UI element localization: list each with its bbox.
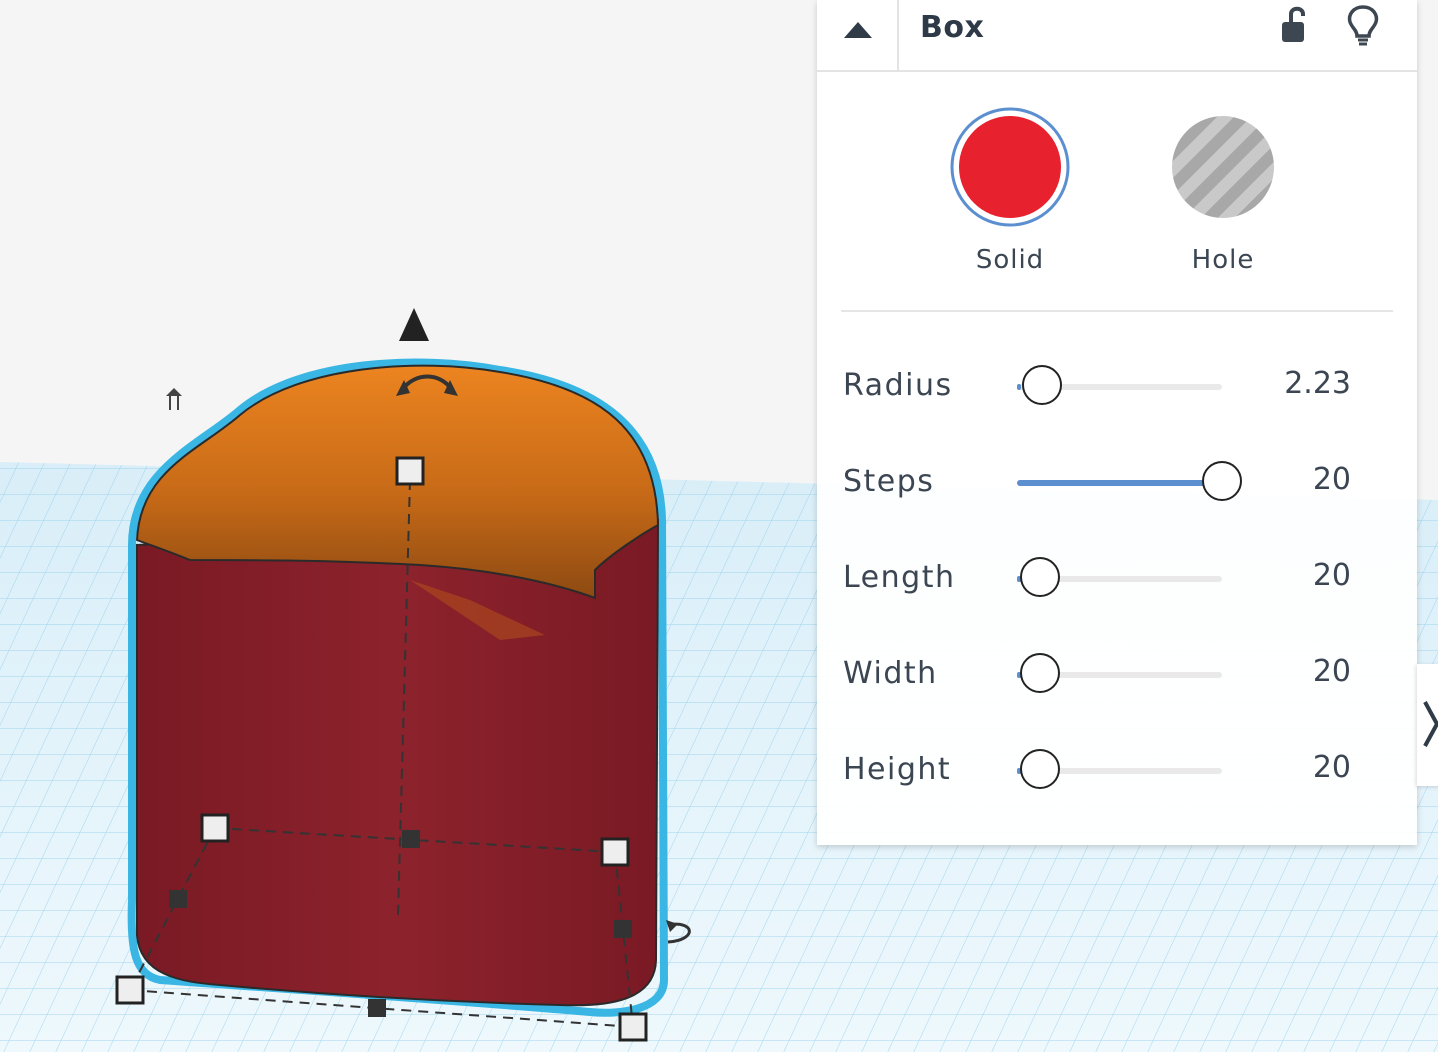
radius-slider-knob[interactable] bbox=[1021, 365, 1062, 405]
property-row-height: Height 20 bbox=[817, 742, 1417, 802]
width-slider[interactable] bbox=[1017, 653, 1222, 693]
property-row-length: Length 20 bbox=[817, 550, 1417, 610]
edge-handle-front[interactable] bbox=[368, 999, 386, 1017]
length-label: Length bbox=[843, 560, 956, 595]
corner-handle-back-right[interactable] bbox=[600, 837, 630, 867]
collapse-button[interactable] bbox=[817, 0, 899, 70]
steps-slider-fill bbox=[1017, 480, 1222, 486]
steps-label: Steps bbox=[843, 464, 935, 499]
expand-sidebar-tab[interactable] bbox=[1417, 664, 1438, 786]
shape-inspector-panel: Box Solid Hole Radius 2.23 Steps 20 Leng… bbox=[817, 0, 1417, 845]
corner-handle-front-left[interactable] bbox=[115, 975, 145, 1005]
height-label: Height bbox=[843, 752, 952, 787]
height-slider-knob[interactable] bbox=[1019, 749, 1060, 789]
caret-up-icon bbox=[844, 22, 872, 38]
steps-slider-knob[interactable] bbox=[1202, 461, 1242, 501]
height-handle[interactable] bbox=[395, 456, 425, 486]
edge-handle-left[interactable] bbox=[169, 890, 187, 908]
property-row-steps: Steps 20 bbox=[817, 454, 1417, 514]
inspector-header: Box bbox=[817, 0, 1417, 72]
steps-slider[interactable] bbox=[1017, 461, 1242, 501]
rotate-side-icon[interactable] bbox=[166, 388, 182, 410]
unlocked-padlock-icon[interactable] bbox=[1277, 4, 1313, 50]
radius-slider-fill bbox=[1017, 384, 1021, 390]
corner-handle-front-right[interactable] bbox=[618, 1012, 648, 1042]
hole-material-button[interactable]: Hole bbox=[1161, 105, 1285, 275]
radius-slider[interactable] bbox=[1017, 365, 1222, 405]
height-slider[interactable] bbox=[1017, 749, 1222, 789]
height-value[interactable]: 20 bbox=[1313, 750, 1351, 785]
corner-handle-back-left[interactable] bbox=[200, 813, 230, 843]
radius-label: Radius bbox=[843, 368, 953, 403]
hole-label: Hole bbox=[1191, 245, 1255, 275]
width-label: Width bbox=[843, 656, 938, 691]
length-slider-knob[interactable] bbox=[1019, 557, 1060, 597]
lift-arrow-icon[interactable] bbox=[399, 308, 429, 341]
steps-value[interactable]: 20 bbox=[1313, 462, 1351, 497]
length-value[interactable]: 20 bbox=[1313, 558, 1351, 593]
solid-material-button[interactable]: Solid bbox=[948, 105, 1072, 275]
property-row-width: Width 20 bbox=[817, 646, 1417, 706]
shape-title[interactable]: Box bbox=[920, 10, 984, 45]
width-value[interactable]: 20 bbox=[1313, 654, 1351, 689]
edge-handle-right[interactable] bbox=[614, 920, 632, 938]
width-slider-knob[interactable] bbox=[1019, 653, 1060, 693]
solid-swatch-icon bbox=[950, 107, 1070, 227]
lightbulb-icon[interactable] bbox=[1345, 4, 1381, 52]
center-handle[interactable] bbox=[402, 830, 420, 848]
property-row-radius: Radius 2.23 bbox=[817, 358, 1417, 418]
solid-label: Solid bbox=[975, 245, 1045, 275]
radius-value[interactable]: 2.23 bbox=[1284, 366, 1351, 401]
chevron-right-icon bbox=[1423, 701, 1438, 747]
hole-swatch-icon bbox=[1165, 109, 1281, 225]
length-slider[interactable] bbox=[1017, 557, 1222, 597]
divider bbox=[841, 310, 1393, 312]
